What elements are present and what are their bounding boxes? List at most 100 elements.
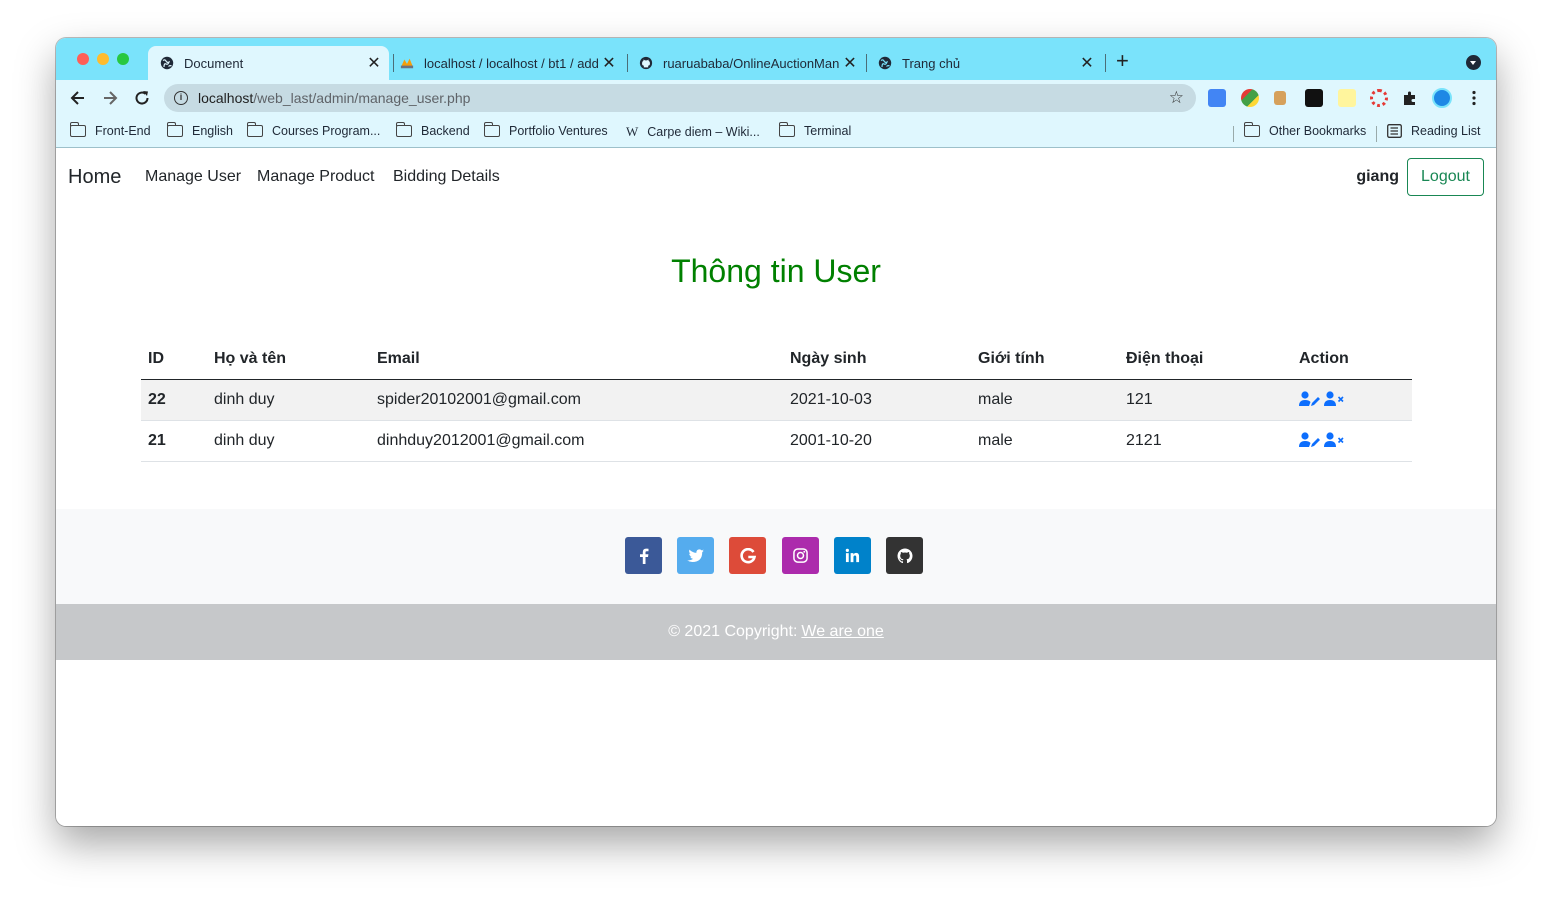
tab-document[interactable]: Document ✕ <box>148 46 389 80</box>
address-bar[interactable]: i localhost/web_last/admin/manage_user.p… <box>164 84 1196 112</box>
bookmarks-bar: Front-End English Courses Program... Bac… <box>56 116 1496 148</box>
bookmark-separator <box>1233 126 1234 142</box>
facebook-icon[interactable] <box>625 537 662 574</box>
notes-extension-icon[interactable] <box>1338 89 1356 107</box>
column-header: Điện thoại <box>1119 339 1292 380</box>
column-header: ID <box>141 339 207 380</box>
page-title: Thông tin User <box>671 253 881 289</box>
tab-phpmyadmin[interactable]: localhost / localhost / bt1 / add ✕ <box>388 46 624 80</box>
cell-phone: 121 <box>1119 379 1292 421</box>
tab-separator <box>1105 54 1106 72</box>
column-header: Email <box>370 339 783 380</box>
folder-icon <box>246 122 263 137</box>
linkedin-icon[interactable] <box>834 537 871 574</box>
footer-copyright: © 2021 Copyright: We are one <box>56 604 1496 660</box>
delete-user-icon[interactable] <box>1323 391 1345 407</box>
nav-home-link[interactable]: Home <box>68 166 121 189</box>
browser-menu-icon[interactable] <box>1462 86 1486 110</box>
close-tab-icon[interactable]: ✕ <box>598 53 620 73</box>
github-icon[interactable] <box>886 537 923 574</box>
cell-name: dinh duy <box>207 420 370 462</box>
edit-user-icon[interactable] <box>1299 391 1321 407</box>
nav-bidding-details-link[interactable]: Bidding Details <box>393 168 500 186</box>
bookmark-folder[interactable]: Courses Program... <box>246 122 380 138</box>
reload-icon[interactable] <box>130 86 154 110</box>
tab-strip: Document ✕ localhost / localhost / bt1 /… <box>56 38 1496 80</box>
column-header: Ngày sinh <box>783 339 971 380</box>
delete-user-icon[interactable] <box>1323 432 1345 448</box>
globe-icon <box>160 56 174 70</box>
bookmark-wikipedia[interactable]: W Carpe diem – Wiki... <box>626 124 760 140</box>
translate-extension-icon[interactable] <box>1208 89 1226 107</box>
table-header-row: ID Họ và tên Email Ngày sinh Giới tính Đ… <box>141 339 1412 380</box>
cell-actions <box>1292 379 1412 421</box>
bookmark-folder[interactable]: English <box>166 122 233 138</box>
bookmark-separator <box>1376 126 1377 142</box>
logout-button[interactable]: Logout <box>1407 158 1484 196</box>
user-table: ID Họ và tên Email Ngày sinh Giới tính Đ… <box>141 339 1412 462</box>
github-icon <box>639 56 653 70</box>
redux-extension-icon[interactable] <box>1370 89 1388 107</box>
tab-trang-chu[interactable]: Trang chủ ✕ <box>866 46 1102 80</box>
cell-dob: 2001-10-20 <box>783 420 971 462</box>
profile-avatar[interactable] <box>1432 88 1452 108</box>
close-tab-icon[interactable]: ✕ <box>839 53 861 73</box>
folder-icon <box>778 122 795 137</box>
current-username: giang <box>1356 168 1399 185</box>
instagram-icon[interactable] <box>782 537 819 574</box>
close-tab-icon[interactable]: ✕ <box>1076 53 1098 73</box>
bookmark-folder[interactable]: Portfolio Ventures <box>483 122 608 138</box>
reading-list[interactable]: Reading List <box>1387 124 1481 138</box>
column-header: Giới tính <box>971 339 1119 380</box>
tab-title: Trang chủ <box>902 55 961 71</box>
bookmark-star-icon[interactable]: ☆ <box>1169 88 1184 108</box>
cell-name: dinh duy <box>207 379 370 421</box>
bookmark-folder[interactable]: Terminal <box>778 122 851 138</box>
site-info-icon[interactable]: i <box>174 91 188 105</box>
cell-actions <box>1292 420 1412 462</box>
extensions-puzzle-icon[interactable] <box>1398 86 1422 110</box>
maximize-window-button[interactable] <box>117 53 129 65</box>
cell-id: 22 <box>141 379 207 421</box>
tab-title: ruaruababa/OnlineAuctionMan <box>663 55 839 71</box>
cell-id: 21 <box>141 420 207 462</box>
forward-icon[interactable] <box>98 86 122 110</box>
nav-manage-product-link[interactable]: Manage Product <box>257 168 374 186</box>
phpmyadmin-icon <box>400 56 414 70</box>
column-header: Action <box>1292 339 1412 380</box>
close-window-button[interactable] <box>77 53 89 65</box>
table-row: 22 dinh duy spider20102001@gmail.com 202… <box>141 379 1412 421</box>
back-icon[interactable] <box>66 86 90 110</box>
cell-dob: 2021-10-03 <box>783 379 971 421</box>
tab-github[interactable]: ruaruababa/OnlineAuctionMan ✕ <box>627 46 865 80</box>
globe-icon <box>878 56 892 70</box>
bookmark-folder[interactable]: Backend <box>395 122 470 138</box>
footer-social-section <box>56 509 1496 604</box>
nav-manage-user-link[interactable]: Manage User <box>145 168 241 186</box>
new-tab-icon[interactable]: + <box>1116 50 1129 72</box>
twitter-icon[interactable] <box>677 537 714 574</box>
folder-icon <box>166 122 183 137</box>
color-extension-icon[interactable] <box>1241 89 1259 107</box>
wikipedia-icon: W <box>626 124 639 139</box>
cell-email: spider20102001@gmail.com <box>370 379 783 421</box>
tab-title: localhost / localhost / bt1 / add <box>424 55 598 71</box>
minimize-window-button[interactable] <box>97 53 109 65</box>
google-icon[interactable] <box>729 537 766 574</box>
site-navbar: Home Manage User Manage Product Bidding … <box>56 149 1496 205</box>
bookmark-folder[interactable]: Other Bookmarks <box>1243 122 1366 138</box>
folder-icon <box>69 122 86 137</box>
bookmark-folder[interactable]: Front-End <box>69 122 151 138</box>
folder-icon <box>1243 122 1260 137</box>
copyright-link[interactable]: We are one <box>801 623 883 641</box>
tools-extension-icon[interactable] <box>1274 91 1286 105</box>
tab-search-icon[interactable] <box>1466 55 1481 70</box>
reading-list-icon <box>1387 124 1402 138</box>
edit-user-icon[interactable] <box>1299 432 1321 448</box>
close-tab-icon[interactable]: ✕ <box>363 53 385 73</box>
folder-icon <box>483 122 500 137</box>
table-row: 21 dinh duy dinhduy2012001@gmail.com 200… <box>141 420 1412 462</box>
tab-title: Document <box>184 55 244 71</box>
copyright-text: © 2021 Copyright: <box>668 623 798 640</box>
cube-extension-icon[interactable] <box>1305 89 1323 107</box>
